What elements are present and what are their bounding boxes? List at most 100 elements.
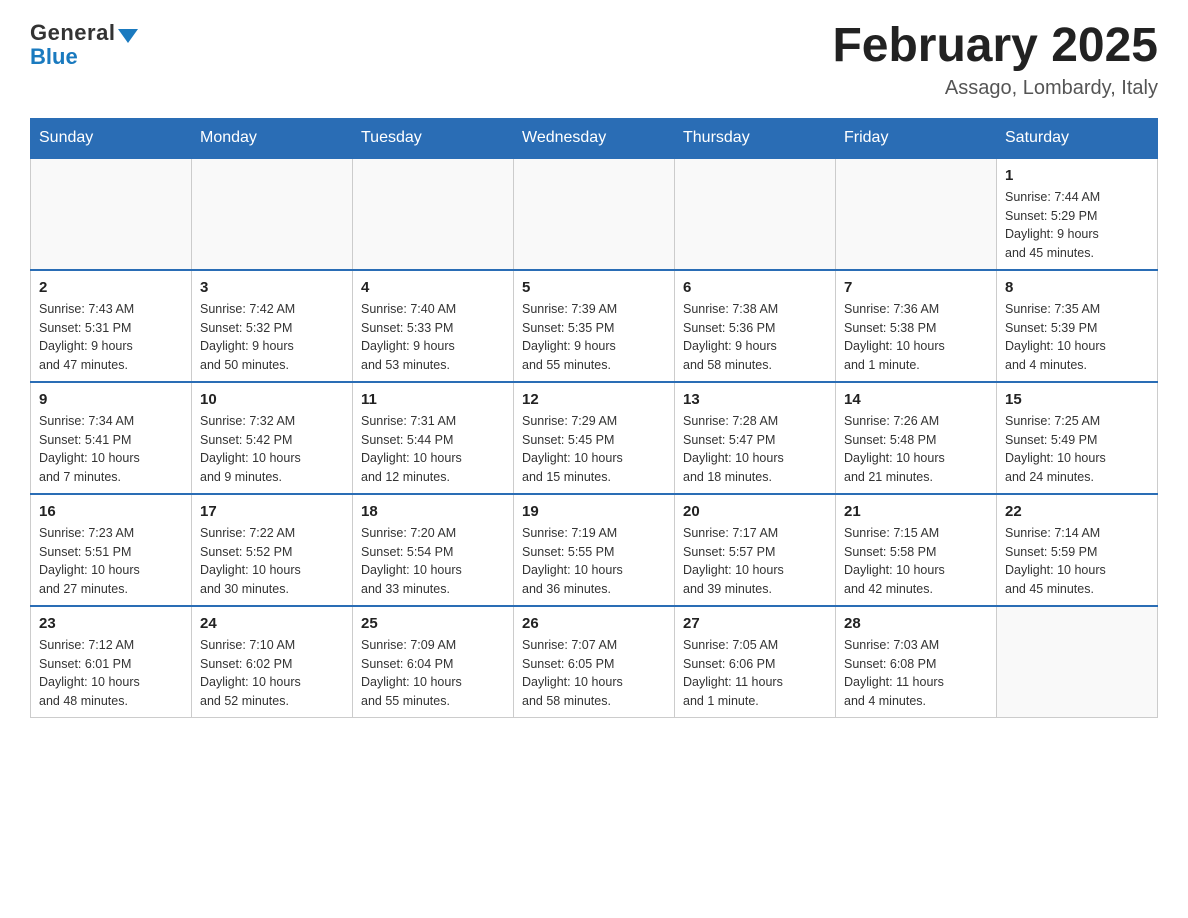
day-number: 7 <box>844 279 988 296</box>
calendar-cell: 19Sunrise: 7:19 AMSunset: 5:55 PMDayligh… <box>514 494 675 606</box>
calendar-cell: 18 Sunrise: 7:20 AMSunset: 5:54 PMDayligh… <box>353 494 514 606</box>
day-info: Sunrise: 7:44 AMSunset: 5:29 PMDaylight:… <box>1005 188 1149 263</box>
week-row-3: 9 Sunrise: 7:34 AMSunset: 5:41 PMDaylight… <box>31 382 1158 494</box>
calendar-cell: 28 Sunrise: 7:03 AMSunset: 6:08 PMDayligh… <box>836 606 997 718</box>
week-row-5: 23Sunrise: 7:12 AMSunset: 6:01 PMDayligh… <box>31 606 1158 718</box>
calendar-cell: 14Sunrise: 7:26 AMSunset: 5:48 PMDayligh… <box>836 382 997 494</box>
calendar-cell: 20Sunrise: 7:17 AMSunset: 5:57 PMDayligh… <box>675 494 836 606</box>
calendar-cell: 23Sunrise: 7:12 AMSunset: 6:01 PMDayligh… <box>31 606 192 718</box>
day-number: 22 <box>1005 503 1149 520</box>
calendar-cell: 12Sunrise: 7:29 AMSunset: 5:45 PMDayligh… <box>514 382 675 494</box>
day-number: 14 <box>844 391 988 408</box>
week-row-4: 16 Sunrise: 7:23 AMSunset: 5:51 PMDayligh… <box>31 494 1158 606</box>
day-info: Sunrise: 7:42 AMSunset: 5:32 PMDaylight:… <box>200 300 344 375</box>
calendar-cell <box>192 158 353 270</box>
day-number: 16 <box>39 503 183 520</box>
day-info: Sunrise: 7:40 AMSunset: 5:33 PMDaylight:… <box>361 300 505 375</box>
weekday-header-sunday: Sunday <box>31 118 192 158</box>
calendar-cell: 6 Sunrise: 7:38 AMSunset: 5:36 PMDaylight… <box>675 270 836 382</box>
title-area: February 2025 Assago, Lombardy, Italy <box>832 20 1158 100</box>
calendar-cell: 17 Sunrise: 7:22 AMSunset: 5:52 PMDayligh… <box>192 494 353 606</box>
day-info: Sunrise: 7:10 AMSunset: 6:02 PMDaylight:… <box>200 636 344 711</box>
calendar-cell: 1 Sunrise: 7:44 AMSunset: 5:29 PMDaylight… <box>997 158 1158 270</box>
day-info: Sunrise: 7:22 AMSunset: 5:52 PMDaylight:… <box>200 524 344 599</box>
calendar-cell: 27Sunrise: 7:05 AMSunset: 6:06 PMDayligh… <box>675 606 836 718</box>
logo: General Blue <box>30 20 138 70</box>
day-info: Sunrise: 7:03 AMSunset: 6:08 PMDaylight:… <box>844 636 988 711</box>
calendar-cell <box>31 158 192 270</box>
day-number: 17 <box>200 503 344 520</box>
calendar-cell: 11 Sunrise: 7:31 AMSunset: 5:44 PMDayligh… <box>353 382 514 494</box>
day-number: 3 <box>200 279 344 296</box>
calendar-cell: 22 Sunrise: 7:14 AMSunset: 5:59 PMDayligh… <box>997 494 1158 606</box>
day-number: 6 <box>683 279 827 296</box>
week-row-1: 1 Sunrise: 7:44 AMSunset: 5:29 PMDaylight… <box>31 158 1158 270</box>
calendar-cell <box>997 606 1158 718</box>
calendar-cell: 5 Sunrise: 7:39 AMSunset: 5:35 PMDaylight… <box>514 270 675 382</box>
calendar-cell: 25Sunrise: 7:09 AMSunset: 6:04 PMDayligh… <box>353 606 514 718</box>
day-number: 20 <box>683 503 827 520</box>
day-info: Sunrise: 7:32 AMSunset: 5:42 PMDaylight:… <box>200 412 344 487</box>
day-number: 2 <box>39 279 183 296</box>
day-number: 27 <box>683 615 827 632</box>
weekday-header-monday: Monday <box>192 118 353 158</box>
day-info: Sunrise: 7:31 AMSunset: 5:44 PMDaylight:… <box>361 412 505 487</box>
day-number: 18 <box>361 503 505 520</box>
day-number: 28 <box>844 615 988 632</box>
calendar-cell: 4 Sunrise: 7:40 AMSunset: 5:33 PMDaylight… <box>353 270 514 382</box>
day-info: Sunrise: 7:07 AMSunset: 6:05 PMDaylight:… <box>522 636 666 711</box>
calendar-cell <box>353 158 514 270</box>
calendar-cell: 21 Sunrise: 7:15 AMSunset: 5:58 PMDayligh… <box>836 494 997 606</box>
day-info: Sunrise: 7:28 AMSunset: 5:47 PMDaylight:… <box>683 412 827 487</box>
calendar-cell: 3 Sunrise: 7:42 AMSunset: 5:32 PMDaylight… <box>192 270 353 382</box>
weekday-header-thursday: Thursday <box>675 118 836 158</box>
day-info: Sunrise: 7:38 AMSunset: 5:36 PMDaylight:… <box>683 300 827 375</box>
calendar-cell: 16 Sunrise: 7:23 AMSunset: 5:51 PMDayligh… <box>31 494 192 606</box>
calendar-cell: 26 Sunrise: 7:07 AMSunset: 6:05 PMDayligh… <box>514 606 675 718</box>
day-number: 15 <box>1005 391 1149 408</box>
day-info: Sunrise: 7:09 AMSunset: 6:04 PMDaylight:… <box>361 636 505 711</box>
calendar-cell: 2 Sunrise: 7:43 AMSunset: 5:31 PMDaylight… <box>31 270 192 382</box>
calendar-cell: 15Sunrise: 7:25 AMSunset: 5:49 PMDayligh… <box>997 382 1158 494</box>
weekday-header-saturday: Saturday <box>997 118 1158 158</box>
day-number: 8 <box>1005 279 1149 296</box>
day-info: Sunrise: 7:34 AMSunset: 5:41 PMDaylight:… <box>39 412 183 487</box>
page-header: General Blue February 2025 Assago, Lomba… <box>30 20 1158 100</box>
logo-arrow-icon <box>118 29 138 43</box>
calendar-cell <box>836 158 997 270</box>
weekday-header-row: SundayMondayTuesdayWednesdayThursdayFrid… <box>31 118 1158 158</box>
day-number: 21 <box>844 503 988 520</box>
calendar-cell: 8Sunrise: 7:35 AMSunset: 5:39 PMDaylight… <box>997 270 1158 382</box>
day-number: 1 <box>1005 167 1149 184</box>
weekday-header-tuesday: Tuesday <box>353 118 514 158</box>
calendar-cell <box>514 158 675 270</box>
day-info: Sunrise: 7:39 AMSunset: 5:35 PMDaylight:… <box>522 300 666 375</box>
day-info: Sunrise: 7:14 AMSunset: 5:59 PMDaylight:… <box>1005 524 1149 599</box>
calendar-cell: 24 Sunrise: 7:10 AMSunset: 6:02 PMDayligh… <box>192 606 353 718</box>
day-number: 24 <box>200 615 344 632</box>
month-title: February 2025 <box>832 20 1158 73</box>
day-info: Sunrise: 7:43 AMSunset: 5:31 PMDaylight:… <box>39 300 183 375</box>
week-row-2: 2 Sunrise: 7:43 AMSunset: 5:31 PMDaylight… <box>31 270 1158 382</box>
day-number: 5 <box>522 279 666 296</box>
calendar-cell <box>675 158 836 270</box>
day-number: 9 <box>39 391 183 408</box>
day-number: 23 <box>39 615 183 632</box>
calendar-table: SundayMondayTuesdayWednesdayThursdayFrid… <box>30 118 1158 718</box>
day-info: Sunrise: 7:23 AMSunset: 5:51 PMDaylight:… <box>39 524 183 599</box>
location-text: Assago, Lombardy, Italy <box>832 77 1158 100</box>
calendar-cell: 13 Sunrise: 7:28 AMSunset: 5:47 PMDayligh… <box>675 382 836 494</box>
calendar-cell: 10Sunrise: 7:32 AMSunset: 5:42 PMDayligh… <box>192 382 353 494</box>
weekday-header-friday: Friday <box>836 118 997 158</box>
calendar-cell: 7Sunrise: 7:36 AMSunset: 5:38 PMDaylight… <box>836 270 997 382</box>
calendar-cell: 9 Sunrise: 7:34 AMSunset: 5:41 PMDaylight… <box>31 382 192 494</box>
day-number: 26 <box>522 615 666 632</box>
weekday-header-wednesday: Wednesday <box>514 118 675 158</box>
logo-blue-text: Blue <box>30 44 78 70</box>
day-info: Sunrise: 7:15 AMSunset: 5:58 PMDaylight:… <box>844 524 988 599</box>
day-number: 12 <box>522 391 666 408</box>
day-number: 13 <box>683 391 827 408</box>
day-info: Sunrise: 7:20 AMSunset: 5:54 PMDaylight:… <box>361 524 505 599</box>
day-number: 4 <box>361 279 505 296</box>
day-number: 11 <box>361 391 505 408</box>
